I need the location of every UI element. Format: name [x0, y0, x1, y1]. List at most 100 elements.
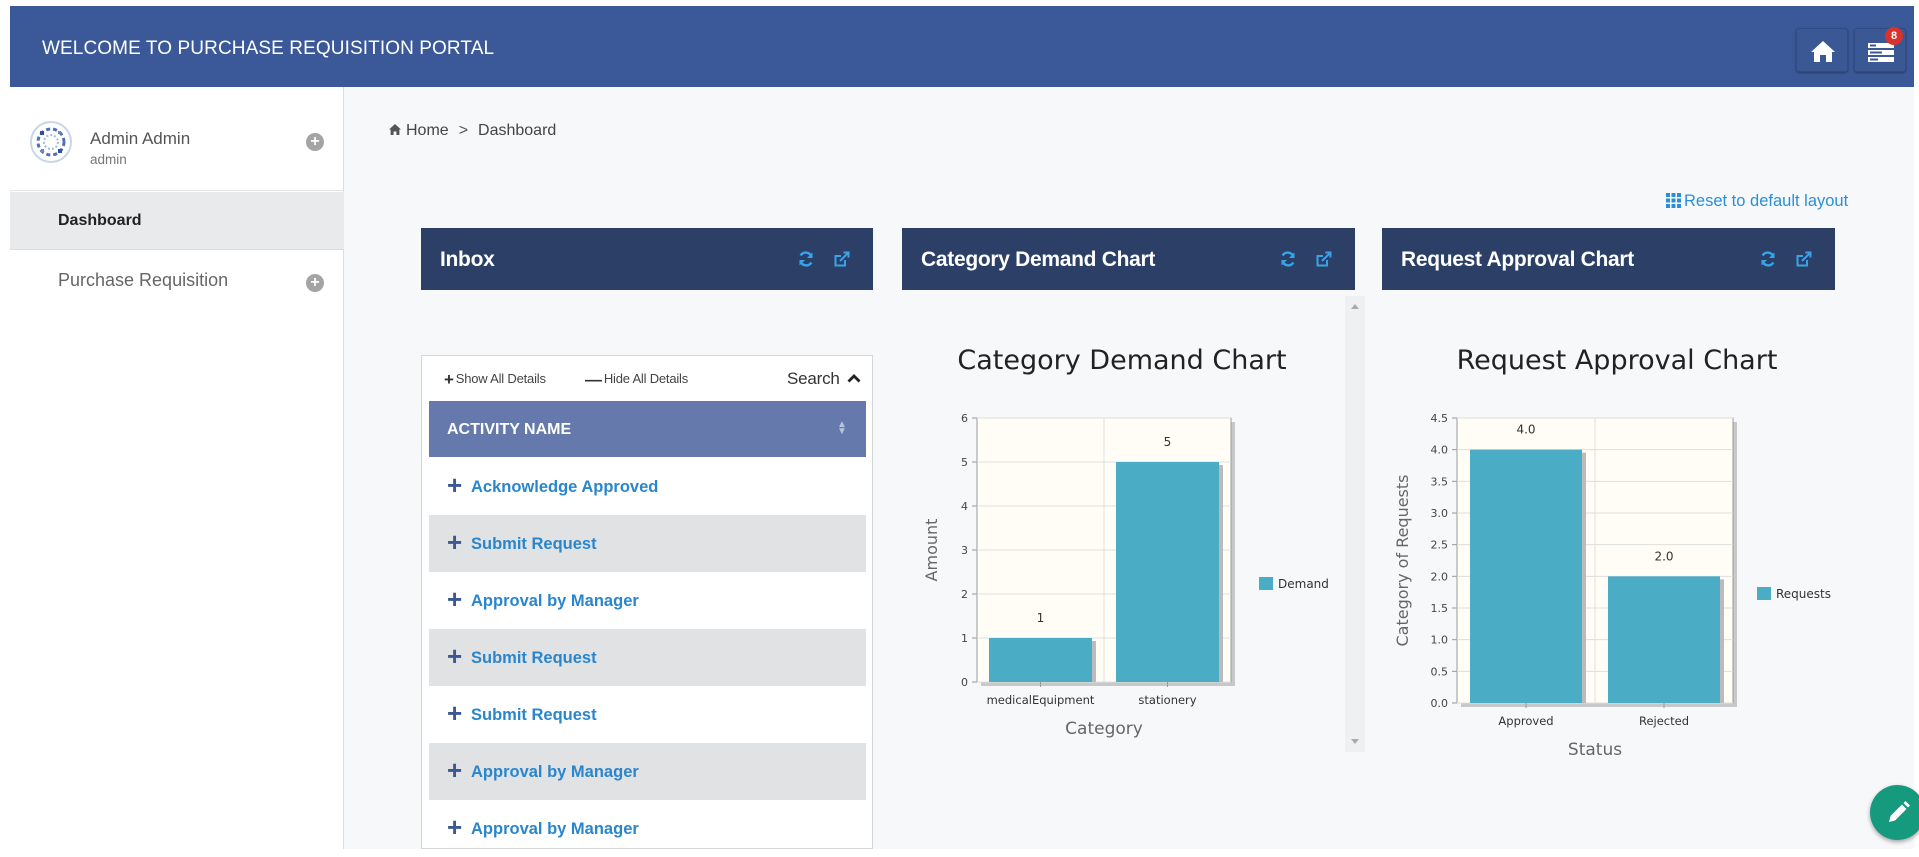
y-tick-label: 4.5 — [1431, 412, 1449, 425]
breadcrumb-current: Dashboard — [478, 122, 557, 139]
y-axis-label: Category of Requests — [1393, 474, 1412, 646]
y-tick-label: 1.5 — [1431, 602, 1449, 615]
x-tick-label: medicalEquipment — [987, 693, 1095, 707]
y-tick-label: 5 — [961, 456, 968, 469]
plus-icon: + — [444, 370, 454, 389]
category-panel-header: Category Demand Chart — [902, 228, 1355, 290]
app-window: WELCOME TO PURCHASE REQUISITION PORTAL 8 — [10, 6, 1919, 849]
sort-icon: ▲ ▼ — [837, 419, 847, 437]
sidebar-item-purchase-requisition[interactable]: Purchase Requisition + — [10, 251, 344, 309]
scroll-up-icon[interactable] — [1351, 304, 1359, 309]
expand-plus-icon[interactable]: + — [447, 529, 462, 555]
sidebar-item-dashboard[interactable]: Dashboard — [10, 192, 344, 250]
hide-all-label: Hide All Details — [603, 371, 689, 386]
activity-link[interactable]: Submit Request — [471, 535, 597, 554]
y-tick-label: 0.0 — [1431, 697, 1449, 710]
activity-link[interactable]: Approval by Manager — [471, 763, 639, 782]
expand-plus-icon[interactable]: + — [447, 757, 462, 783]
external-link-icon[interactable] — [1795, 250, 1813, 268]
legend-label: Requests — [1776, 587, 1831, 601]
breadcrumb: Home > Dashboard — [388, 122, 556, 140]
chart-title: Category Demand Chart — [957, 345, 1286, 376]
request-approval-chart: Request Approval Chart 0.0 0.5 1.0 1.5 2.0 2.5… — [1393, 345, 1831, 760]
bar — [1608, 576, 1720, 703]
data-label: 5 — [1164, 435, 1172, 449]
chart-title: Request Approval Chart — [1457, 345, 1778, 376]
chevron-up-icon — [847, 374, 861, 383]
expand-plus-icon[interactable]: + — [447, 643, 462, 669]
avatar[interactable] — [30, 121, 72, 163]
reset-layout-link[interactable]: Reset to default layout — [1666, 192, 1848, 211]
tasks-button[interactable]: 8 — [1854, 27, 1906, 72]
data-label: 2.0 — [1654, 549, 1673, 563]
y-tick-label: 0.5 — [1431, 665, 1449, 678]
bar — [989, 638, 1092, 682]
x-tick-label: stationery — [1138, 693, 1196, 707]
pencil-icon — [1889, 801, 1910, 822]
expand-plus-icon[interactable]: + — [447, 472, 462, 498]
home-icon — [389, 124, 401, 135]
x-axis-label: Status — [1568, 740, 1622, 760]
scroll-down-icon[interactable] — [1351, 739, 1359, 744]
user-role: admin — [90, 152, 127, 167]
activity-link[interactable]: Approval by Manager — [471, 592, 639, 611]
bar — [1116, 462, 1219, 682]
y-tick-label: 0 — [961, 676, 968, 689]
breadcrumb-home[interactable]: Home — [406, 122, 449, 139]
inbox-row[interactable]: + Submit Request — [429, 629, 866, 686]
activity-link[interactable]: Approval by Manager — [471, 820, 639, 839]
inbox-row[interactable]: + Approval by Manager — [429, 800, 866, 857]
y-tick-label: 3.5 — [1431, 475, 1449, 488]
home-button[interactable] — [1796, 28, 1848, 72]
external-link-icon[interactable] — [833, 250, 851, 268]
expand-plus-icon[interactable]: + — [447, 814, 462, 840]
activity-link[interactable]: Acknowledge Approved — [471, 478, 658, 497]
inbox-row[interactable]: + Approval by Manager — [429, 743, 866, 800]
activity-name-column-header[interactable]: ACTIVITY NAME ▲ ▼ — [429, 401, 866, 457]
legend-swatch — [1757, 587, 1771, 600]
x-tick-label: Rejected — [1639, 714, 1689, 728]
user-expand-icon[interactable]: + — [306, 133, 324, 151]
notification-badge: 8 — [1885, 27, 1903, 45]
inbox-row[interactable]: + Submit Request — [429, 686, 866, 743]
y-tick-label: 4.0 — [1431, 444, 1449, 457]
inbox-row[interactable]: + Submit Request — [429, 515, 866, 572]
approval-panel-header: Request Approval Chart — [1382, 228, 1835, 290]
category-demand-chart: Category Demand Chart 0 1 2 3 4 5 6 1 medicalEqui… — [922, 345, 1329, 739]
x-tick-label: Approved — [1498, 714, 1553, 728]
chart-scrollbar[interactable] — [1345, 296, 1365, 752]
activity-link[interactable]: Submit Request — [471, 706, 597, 725]
y-tick-label: 2.0 — [1431, 570, 1449, 583]
refresh-icon[interactable] — [1279, 250, 1297, 268]
y-tick-label: 3.0 — [1431, 507, 1449, 520]
hide-all-details-button[interactable]: — Hide All Details — [585, 370, 688, 390]
column-title: ACTIVITY NAME — [447, 421, 572, 438]
user-name: Admin Admin — [90, 129, 191, 148]
inbox-row[interactable]: + Acknowledge Approved — [429, 458, 866, 515]
inbox-panel-header: Inbox — [421, 228, 873, 290]
user-panel: Admin Admin admin + — [10, 87, 344, 191]
inbox-panel: + Show All Details — Hide All Details Sear… — [421, 355, 873, 849]
inbox-row[interactable]: + Approval by Manager — [429, 572, 866, 629]
legend-label: Demand — [1278, 577, 1329, 591]
th-icon — [1666, 193, 1681, 208]
home-icon — [1811, 41, 1835, 62]
search-toggle[interactable]: Search — [787, 369, 861, 389]
external-link-icon[interactable] — [1315, 250, 1333, 268]
show-all-details-button[interactable]: + Show All Details — [444, 370, 546, 390]
expand-plus-icon[interactable]: + — [447, 700, 462, 726]
data-label: 4.0 — [1516, 423, 1535, 437]
edit-fab-button[interactable] — [1870, 785, 1919, 840]
expand-plus-icon[interactable]: + — [447, 586, 462, 612]
y-tick-label: 3 — [961, 544, 968, 557]
y-tick-label: 2 — [961, 588, 968, 601]
expand-plus-icon[interactable]: + — [306, 274, 324, 292]
search-label: Search — [787, 369, 840, 388]
inbox-title: Inbox — [440, 248, 495, 271]
refresh-icon[interactable] — [797, 250, 815, 268]
sidebar-item-label: Dashboard — [58, 212, 142, 229]
refresh-icon[interactable] — [1759, 250, 1777, 268]
breadcrumb-separator: > — [458, 122, 469, 139]
activity-link[interactable]: Submit Request — [471, 649, 597, 668]
minus-icon: — — [585, 370, 602, 389]
